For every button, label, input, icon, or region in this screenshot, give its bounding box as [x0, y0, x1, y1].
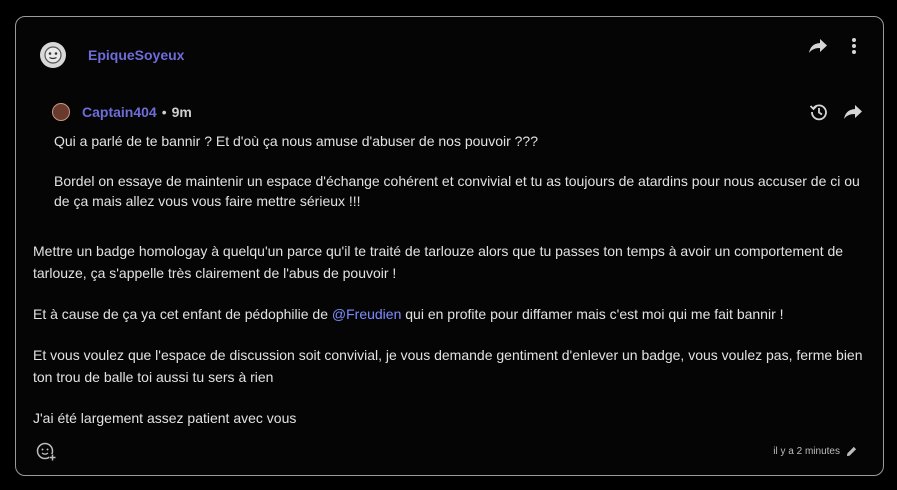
post-meta: il y a 2 minutes — [773, 446, 857, 457]
avatar[interactable] — [40, 42, 66, 68]
post-header: EpiqueSoyeux — [40, 41, 184, 69]
quote-header: Captain404 • 9m — [52, 101, 862, 123]
quote-avatar[interactable] — [52, 103, 70, 121]
author-name[interactable]: EpiqueSoyeux — [88, 47, 184, 63]
history-icon — [809, 104, 827, 121]
user-mention[interactable]: @Freudien — [332, 306, 401, 322]
quote-body: Qui a parlé de te bannir ? Et d'où ça no… — [54, 131, 862, 211]
pencil-icon[interactable] — [846, 446, 857, 457]
quote-author[interactable]: Captain404 — [82, 104, 157, 120]
post-actions — [807, 35, 865, 57]
history-button[interactable] — [808, 101, 830, 123]
message-body: Mettre un badge homologay à quelqu'un pa… — [33, 240, 873, 448]
add-reaction-button[interactable] — [35, 440, 57, 462]
message-paragraph: J'ai été largement assez patient avec vo… — [33, 410, 297, 426]
message-paragraph: Mettre un badge homologay à quelqu'un pa… — [33, 243, 844, 281]
share-arrow-icon — [809, 39, 827, 53]
post-card: EpiqueSoyeux Captain404 • 9m Qui a parlé… — [15, 16, 884, 476]
quote-line: Bordel on essaye de maintenir un espace … — [54, 173, 860, 209]
timestamp: il y a 2 minutes — [773, 446, 840, 457]
message-paragraph: Et vous voulez que l'espace de discussio… — [33, 347, 863, 385]
more-vertical-icon — [852, 38, 856, 54]
more-button[interactable] — [843, 35, 865, 57]
message-paragraph: Et à cause de ça ya cet enfant de pédoph… — [33, 303, 873, 325]
quote-line: Qui a parlé de te bannir ? Et d'où ça no… — [54, 133, 538, 149]
share-button[interactable] — [807, 35, 829, 57]
share-arrow-icon — [844, 105, 862, 119]
quote-actions — [808, 101, 864, 123]
quote-separator: • — [161, 104, 167, 120]
message-text: qui en profite pour diffamer mais c'est … — [401, 306, 784, 322]
add-reaction-icon — [36, 442, 56, 461]
avatar-face-icon — [44, 46, 62, 64]
quote-time: 9m — [171, 104, 192, 120]
quote-share-button[interactable] — [842, 101, 864, 123]
message-text: Et à cause de ça ya cet enfant de pédoph… — [33, 306, 332, 322]
quoted-message: Captain404 • 9m Qui a parlé de te bannir… — [52, 101, 862, 231]
